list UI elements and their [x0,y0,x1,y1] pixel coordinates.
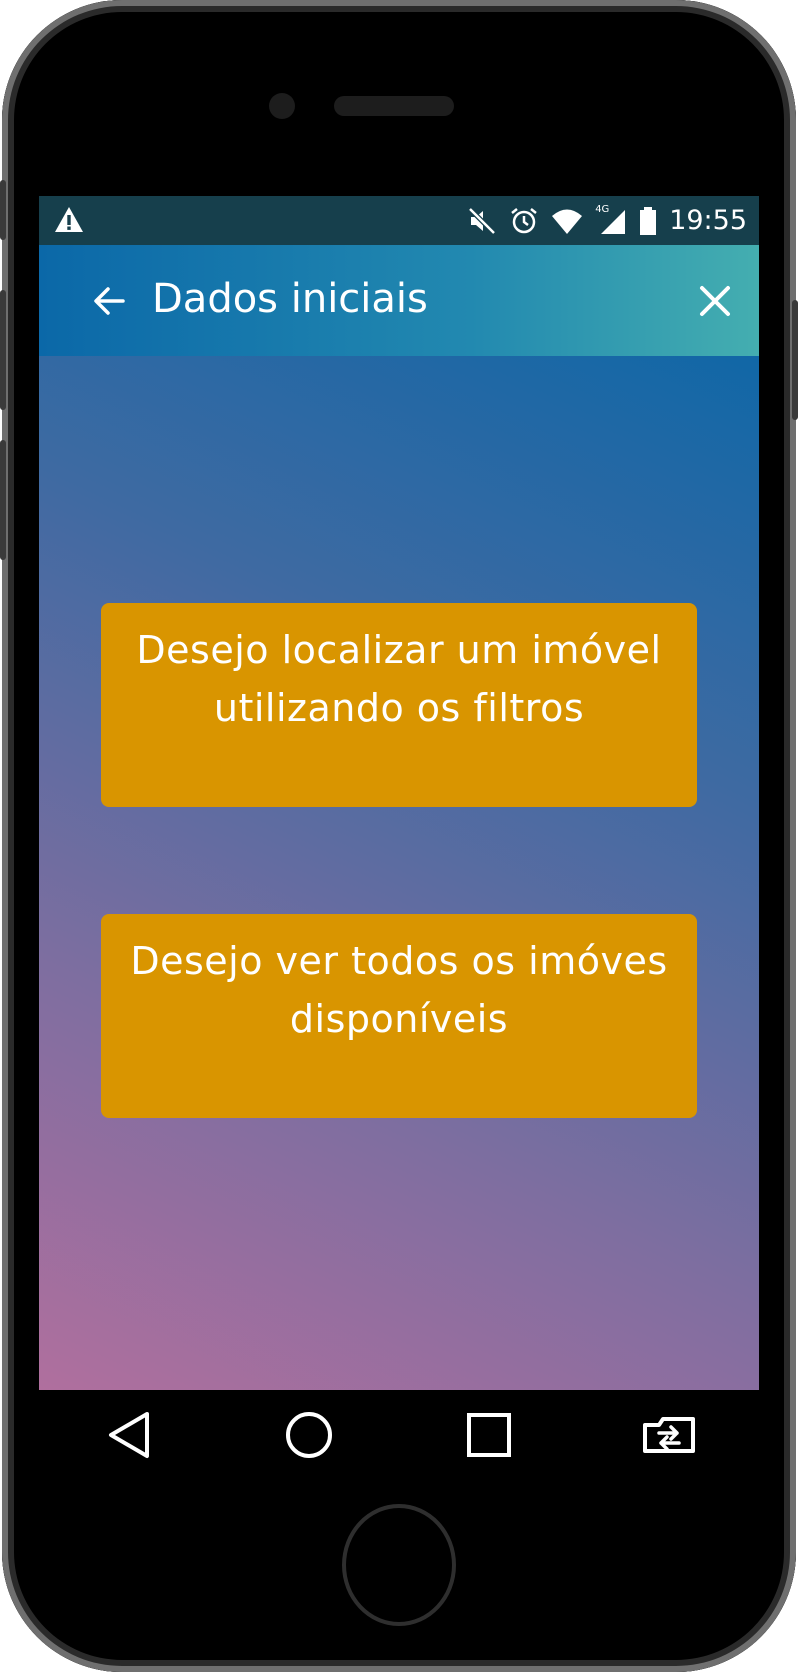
nav-back-button[interactable] [89,1395,169,1475]
close-icon [700,286,730,316]
back-button[interactable] [83,275,135,327]
page-title: Dados iniciais [152,276,428,322]
status-bar: 4G 19:55 [39,196,759,245]
signal-icon [601,209,626,234]
recents-square-icon [467,1413,511,1457]
wifi-icon [552,209,583,234]
app-bar: Dados iniciais [39,245,759,356]
nav-switch-app-button[interactable] [629,1395,709,1475]
side-button-left-3 [0,440,6,560]
close-button[interactable] [689,275,741,327]
side-button-left-1 [0,180,6,240]
signal-group: 4G [595,204,627,236]
status-icons: 4G 19:55 [467,196,747,245]
side-button-left-2 [0,290,6,410]
switch-app-icon [643,1417,695,1453]
home-hardware-button[interactable] [342,1504,456,1626]
alarm-icon [511,207,537,233]
mute-icon [468,206,496,235]
nav-home-button[interactable] [269,1395,349,1475]
android-nav-bar [39,1390,759,1480]
side-button-right [792,300,798,420]
warning-icon [55,207,83,232]
front-camera [269,93,295,119]
screen: 4G 19:55 Dados iniciais Desejo localizar… [39,196,759,1390]
battery-icon [640,206,657,235]
nav-recents-button[interactable] [449,1395,529,1475]
arrow-left-icon [94,287,125,315]
search-with-filters-button[interactable]: Desejo localizar um imóvel utilizando os… [101,603,697,807]
home-circle-icon [286,1412,332,1458]
status-time: 19:55 [669,205,747,236]
view-all-properties-button[interactable]: Desejo ver todos os imóves disponíveis [101,914,697,1118]
back-triangle-icon [109,1412,149,1458]
earpiece-speaker [334,96,454,116]
